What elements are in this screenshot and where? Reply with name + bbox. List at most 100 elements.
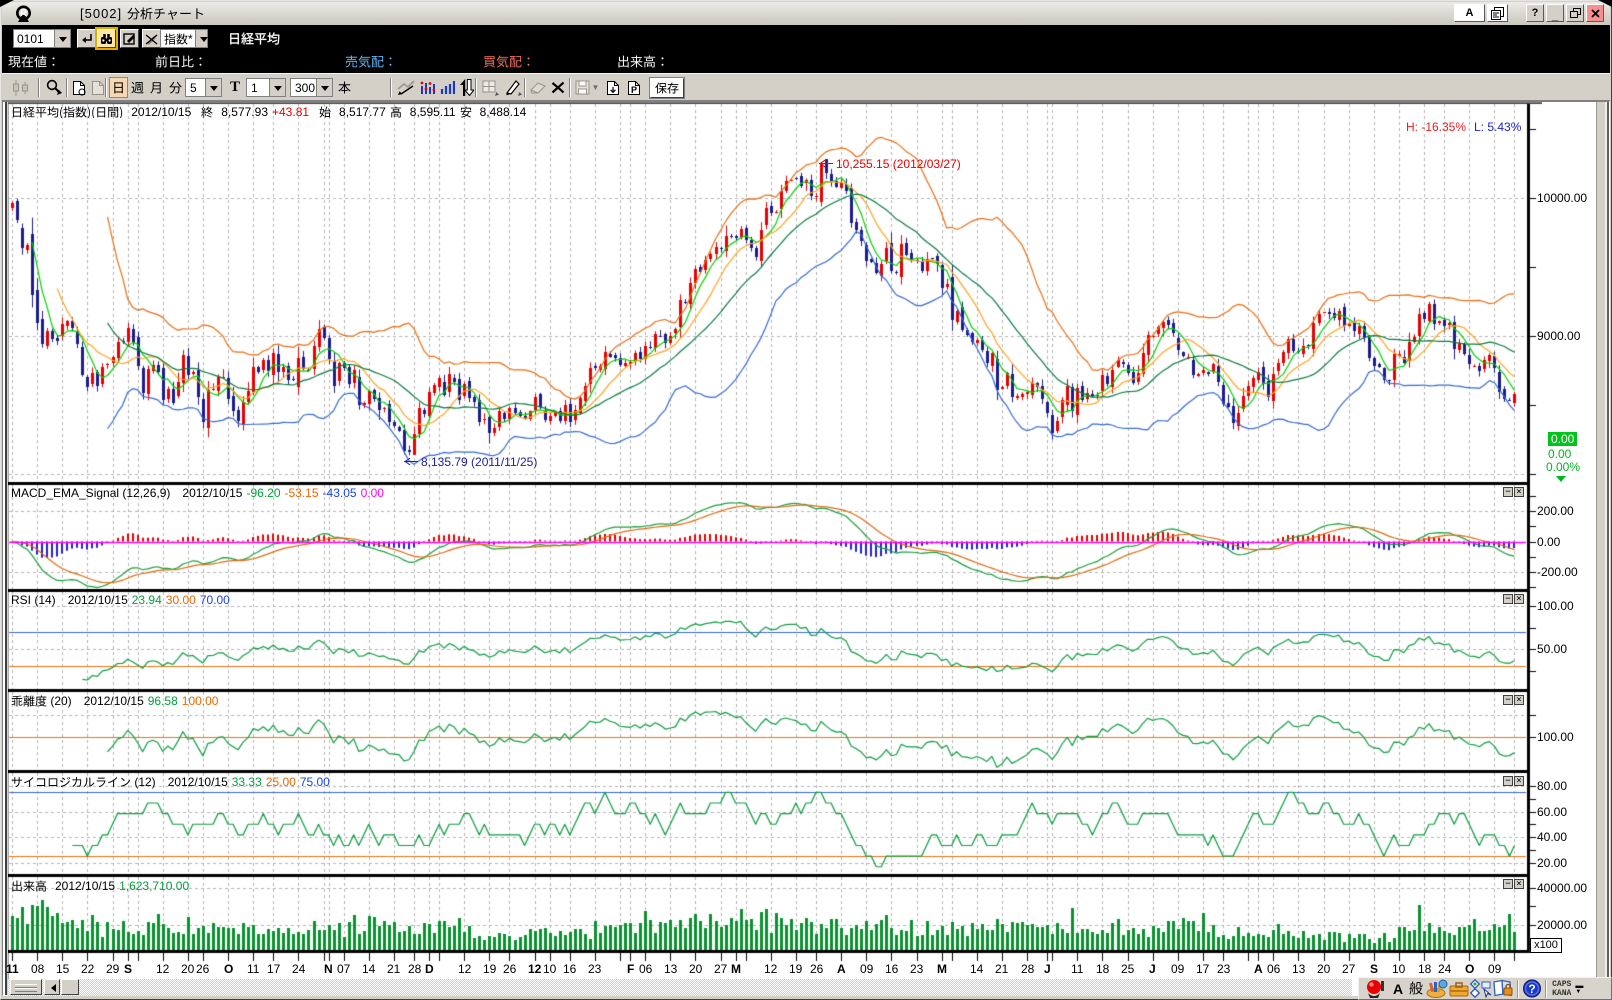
xtick-26: 26 bbox=[503, 962, 516, 976]
ime-expand-icon[interactable]: ▼ bbox=[1575, 990, 1583, 995]
barcount-dropdown-icon[interactable] bbox=[316, 79, 332, 96]
tick-dropdown-icon[interactable] bbox=[269, 79, 285, 96]
tick-value[interactable]: 1 bbox=[247, 79, 269, 96]
xtick-24: 24 bbox=[292, 962, 305, 976]
category-value[interactable]: * bbox=[161, 30, 195, 47]
xtick-10: 10 bbox=[543, 962, 556, 976]
print-page-button[interactable]: P bbox=[624, 77, 644, 98]
psy-minimize-button[interactable]: − bbox=[1503, 776, 1513, 786]
main-title bbox=[11, 105, 127, 119]
scrollbar-thumb[interactable] bbox=[61, 979, 79, 995]
category-dropdown-icon[interactable] bbox=[195, 30, 207, 47]
vol-close-button[interactable]: × bbox=[1514, 879, 1524, 889]
psy-ytick-40: 40.00 bbox=[1537, 830, 1567, 844]
period-button-4[interactable] bbox=[166, 77, 185, 98]
legend-change-value: 0.00 bbox=[1548, 447, 1571, 461]
ime-mode-general[interactable] bbox=[1409, 981, 1423, 997]
font-button[interactable]: A bbox=[1454, 4, 1485, 22]
crossed-pencil-icon bbox=[145, 33, 158, 45]
left-arrow-icon bbox=[404, 457, 419, 466]
psy-date: 2012/10/15 bbox=[168, 775, 228, 789]
ime-word-register-icon[interactable] bbox=[1426, 979, 1448, 998]
ime-minimize-icon[interactable]: ▬ bbox=[1575, 983, 1583, 988]
search-button[interactable] bbox=[97, 29, 116, 48]
symbol-code-input[interactable]: 0101 bbox=[14, 30, 54, 47]
category-combo[interactable]: * bbox=[160, 29, 208, 48]
scrollbar-left-arrow[interactable] bbox=[44, 979, 60, 995]
minute-dropdown-icon[interactable] bbox=[205, 79, 221, 96]
caps-indicator[interactable]: CAPS bbox=[1552, 980, 1571, 989]
ime-dictionary-icon[interactable] bbox=[1492, 979, 1514, 998]
psy-name: (12) bbox=[11, 775, 164, 789]
xtick-23: 23 bbox=[1217, 962, 1230, 976]
tick-combo[interactable]: 1 bbox=[246, 78, 286, 97]
ime-pad-icon[interactable] bbox=[1470, 979, 1492, 998]
psy-close-button[interactable]: × bbox=[1514, 776, 1524, 786]
rsi-minimize-button[interactable]: − bbox=[1503, 594, 1513, 604]
xtick-11: 11 bbox=[1071, 962, 1083, 976]
macd-close-button[interactable]: × bbox=[1514, 487, 1524, 497]
minute-combo[interactable]: 5 bbox=[185, 78, 222, 97]
updown-tool-button[interactable] bbox=[456, 77, 476, 98]
ime-help-icon[interactable]: ? bbox=[1522, 979, 1542, 998]
horizontal-scrollbar[interactable] bbox=[8, 979, 1352, 996]
delete-tool-button[interactable] bbox=[548, 77, 568, 98]
zoom-tool-button[interactable] bbox=[42, 77, 66, 98]
rsi-date: 2012/10/15 bbox=[68, 593, 128, 607]
period-button-1[interactable] bbox=[109, 77, 128, 98]
draw-tool-button[interactable] bbox=[502, 77, 524, 98]
xtick-A: A bbox=[1254, 962, 1263, 976]
volume-chart-button[interactable] bbox=[438, 77, 457, 98]
copy-window-icon[interactable] bbox=[1487, 4, 1508, 22]
symbol-code-dropdown-icon[interactable] bbox=[54, 30, 70, 47]
rsi-close-button[interactable]: × bbox=[1514, 594, 1524, 604]
dev-close-button[interactable]: × bbox=[1514, 695, 1524, 705]
barcount-value[interactable]: 300 bbox=[291, 79, 316, 96]
macd-minimize-button[interactable]: − bbox=[1503, 487, 1513, 497]
no-draw-button[interactable] bbox=[142, 29, 161, 48]
period-button-3[interactable] bbox=[147, 77, 166, 98]
scrollbar-grip[interactable] bbox=[10, 979, 42, 995]
xtick-27: 27 bbox=[1342, 962, 1355, 976]
grid-tool-button[interactable] bbox=[479, 77, 501, 98]
psy-value-3: 75.00 bbox=[300, 775, 330, 789]
barcount-combo[interactable]: 300 bbox=[290, 78, 333, 97]
restore-button[interactable] bbox=[1566, 4, 1584, 22]
ime-logo-icon[interactable] bbox=[1365, 979, 1387, 999]
enter-arrow-icon bbox=[80, 33, 93, 45]
xtick-07: 07 bbox=[337, 962, 350, 976]
edit-registration-button[interactable] bbox=[120, 29, 139, 48]
eraser-tool-button[interactable] bbox=[528, 77, 548, 98]
xtick-22: 22 bbox=[81, 962, 94, 976]
kana-indicator[interactable]: KANA bbox=[1552, 989, 1571, 998]
window-title: [5002] bbox=[80, 6, 205, 21]
chart-canvas[interactable] bbox=[8, 102, 1542, 962]
t-button[interactable]: T bbox=[226, 77, 244, 98]
symbol-code-combo[interactable]: 0101 bbox=[13, 29, 71, 48]
bars-unit-label bbox=[336, 77, 352, 98]
magnifier-icon bbox=[45, 79, 63, 96]
vol-minimize-button[interactable]: − bbox=[1503, 879, 1513, 889]
save-button[interactable] bbox=[650, 78, 684, 98]
help-button[interactable]: ? bbox=[1526, 4, 1544, 22]
minimize-button[interactable]: _ bbox=[1546, 4, 1564, 22]
xtick-S: S bbox=[1370, 962, 1378, 976]
minute-value[interactable]: 5 bbox=[186, 79, 205, 96]
dev-name: (20) bbox=[11, 694, 80, 708]
indicator-chart-button[interactable] bbox=[418, 77, 437, 98]
candlestick-tool-button[interactable] bbox=[8, 77, 34, 98]
ime-toolbox-icon[interactable] bbox=[1448, 979, 1470, 998]
dev-minimize-button[interactable]: − bbox=[1503, 695, 1513, 705]
trendline-icon bbox=[397, 80, 416, 95]
page-export-button[interactable] bbox=[603, 77, 623, 98]
enter-button[interactable] bbox=[77, 29, 96, 48]
dev-value-2: 100.00 bbox=[182, 694, 219, 708]
period-button-2[interactable] bbox=[128, 77, 147, 98]
ime-mode-alpha[interactable]: A bbox=[1393, 981, 1403, 997]
save-image-button[interactable]: ▼ bbox=[573, 77, 601, 98]
quote-field-genzaine bbox=[8, 54, 60, 69]
trendline-tool-button[interactable] bbox=[395, 77, 417, 98]
svg-text:?: ? bbox=[1528, 982, 1535, 996]
new-page-button[interactable] bbox=[69, 77, 89, 98]
close-label bbox=[201, 105, 217, 119]
